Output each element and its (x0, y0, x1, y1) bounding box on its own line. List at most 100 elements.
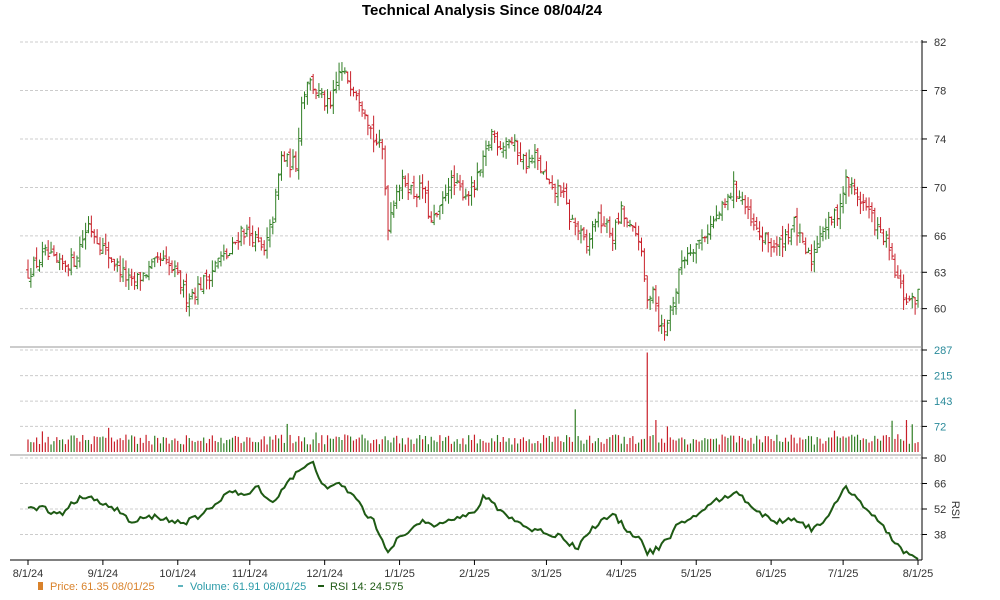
ohlc-bar (437, 205, 442, 220)
ohlc-bar (780, 225, 785, 258)
ohlc-bar (449, 170, 454, 199)
ohlc-bar (475, 162, 480, 191)
ohlc-bar (630, 224, 635, 232)
ohlc-bar (293, 151, 298, 173)
ohlc-bar (328, 91, 333, 109)
ohlc-bar (112, 258, 117, 271)
ohlc-bar (576, 221, 581, 241)
ohlc-bar (737, 190, 742, 199)
legend: Price: 61.35 08/01/25 Volume: 61.91 08/0… (38, 581, 403, 593)
ohlc-bar (40, 241, 45, 268)
ohlc-bar (432, 204, 437, 226)
x-axis: 8/1/24 9/1/24 10/1/24 11/1/24 12/1/24 1/1/25 2… (10, 40, 933, 580)
x-tick-label: 11/1/24 (232, 568, 268, 580)
ohlc-bar (642, 248, 647, 282)
ohlc-bar (835, 204, 840, 226)
ohlc-bar (296, 127, 301, 180)
ohlc-bar (829, 216, 834, 226)
ohlc-bar (731, 171, 736, 209)
ohlc-bar (109, 257, 114, 263)
x-tick-label: 8/1/24 (13, 568, 44, 580)
ohlc-bar (547, 178, 552, 185)
ohlc-bar (371, 115, 376, 153)
ohlc-bar (458, 174, 463, 191)
ohlc-bar (843, 169, 848, 205)
ohlc-bar (486, 140, 491, 152)
ohlc-bar (504, 137, 509, 159)
ohlc-bar (230, 237, 235, 255)
ohlc-bar (193, 287, 198, 305)
ohlc-bar (867, 197, 872, 219)
ohlc-bar (570, 214, 575, 220)
ohlc-bar (218, 251, 223, 267)
ohlc-bar (538, 155, 543, 174)
ohlc-bar (535, 147, 540, 171)
ohlc-bar (54, 251, 59, 263)
ohlc-bar (596, 211, 601, 228)
ohlc-bar (469, 176, 474, 206)
rsi-y-tick-label: 80 (934, 453, 946, 465)
ohlc-bar (910, 292, 915, 309)
ohlc-bar (769, 238, 774, 257)
ohlc-bar (901, 274, 906, 310)
volume-y-tick-label: 72 (934, 421, 946, 433)
ohlc-bar (288, 148, 293, 178)
ohlc-bar (561, 182, 566, 198)
ohlc-bar (662, 319, 667, 341)
ohlc-bar (77, 236, 82, 268)
ohlc-bar (581, 227, 586, 241)
x-tick-label: 1/1/25 (384, 568, 415, 580)
ohlc-bar (679, 250, 684, 275)
x-tick-label: 8/1/25 (903, 568, 934, 580)
x-tick-label: 12/1/24 (306, 568, 343, 580)
ohlc-bar (190, 288, 195, 300)
ohlc-bar (754, 216, 759, 231)
ohlc-bar (319, 88, 324, 99)
ohlc-bar (913, 297, 918, 315)
ohlc-bar (579, 225, 584, 244)
ohlc-bar (639, 237, 644, 257)
ohlc-bar (625, 217, 630, 228)
ohlc-bar (665, 319, 670, 337)
ohlc-bar (795, 207, 800, 246)
ohlc-bar (544, 161, 549, 180)
ohlc-bar (440, 191, 445, 215)
ohlc-bar (351, 86, 356, 97)
ohlc-bar (659, 314, 664, 334)
ohlc-bar (118, 255, 123, 283)
x-tick-label: 6/1/25 (756, 568, 787, 580)
price-y-tick-label: 63 (934, 267, 946, 279)
ohlc-bar (613, 219, 618, 250)
ohlc-bar (478, 169, 483, 177)
ohlc-bar (262, 240, 267, 256)
price-y-tick-label: 60 (934, 304, 946, 316)
ohlc-bar (864, 197, 869, 211)
ohlc-bar (694, 243, 699, 264)
x-tick-label: 2/1/25 (459, 568, 490, 580)
ohlc-bar (420, 174, 425, 199)
ohlc-bar (386, 185, 391, 241)
ohlc-bar (46, 240, 51, 261)
rsi-axis-label: RSI (949, 501, 961, 519)
ohlc-bar (895, 265, 900, 279)
ohlc-bar (789, 228, 794, 246)
ohlc-bar (210, 260, 215, 287)
x-tick-label: 3/1/25 (531, 568, 562, 580)
ohlc-bar (460, 180, 465, 201)
ohlc-bar (452, 165, 457, 196)
price-y-tick-label: 74 (934, 134, 946, 146)
x-tick-label: 4/1/25 (606, 568, 637, 580)
ohlc-bar (884, 230, 889, 248)
ohlc-bar (832, 208, 837, 229)
ohlc-bar (872, 207, 877, 236)
ohlc-bar (253, 231, 258, 252)
ohlc-bar (276, 173, 281, 200)
ohlc-bar (106, 241, 111, 269)
ohlc-bar (521, 153, 526, 170)
price-legend-swatch (38, 582, 43, 590)
ohlc-bar (100, 237, 105, 254)
ohlc-bar (362, 109, 367, 120)
ohlc-bar (553, 183, 558, 204)
ohlc-bar (89, 215, 94, 238)
ohlc-bar (636, 225, 641, 251)
